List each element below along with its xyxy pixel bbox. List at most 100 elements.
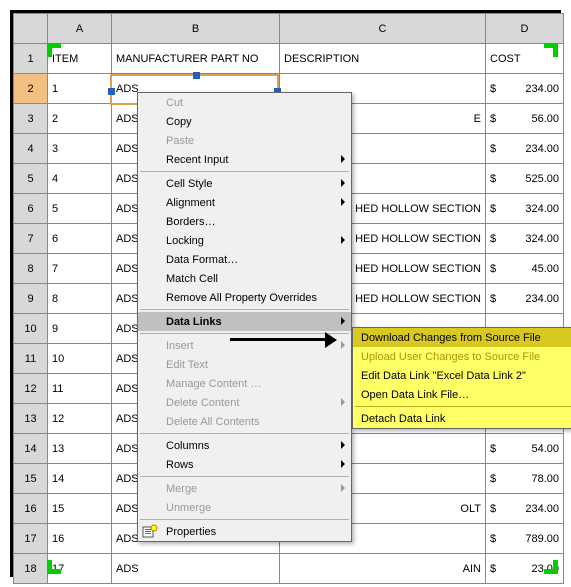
separator (140, 519, 349, 520)
cell-cost[interactable]: $324.00 (486, 224, 564, 254)
context-menu: Cut Copy Paste Recent Input Cell Style A… (137, 92, 352, 542)
menu-unmerge[interactable]: Unmerge (138, 498, 351, 517)
menu-data-links[interactable]: Data Links (138, 312, 351, 331)
menu-rows[interactable]: Rows (138, 455, 351, 474)
label: Alignment (166, 197, 215, 209)
corner-cell[interactable] (14, 14, 48, 44)
col-header-a[interactable]: A (48, 14, 112, 44)
menu-properties[interactable]: Properties (138, 522, 351, 541)
menu-cut[interactable]: Cut (138, 93, 351, 112)
label: Borders… (166, 216, 216, 228)
menu-insert[interactable]: Insert (138, 336, 351, 355)
header-cost[interactable]: COST (486, 44, 564, 74)
menu-manage-content[interactable]: Manage Content … (138, 374, 351, 393)
row-header[interactable]: 16 (14, 494, 48, 524)
header-desc[interactable]: DESCRIPTION (280, 44, 486, 74)
menu-delete-all[interactable]: Delete All Contents (138, 412, 351, 431)
cell-item[interactable]: 8 (48, 284, 112, 314)
cell-cost[interactable]: $45.00 (486, 254, 564, 284)
cell-item[interactable]: 5 (48, 194, 112, 224)
cell-cost[interactable]: $56.00 (486, 104, 564, 134)
submenu-open-file[interactable]: Open Data Link File… (353, 385, 571, 404)
cell-item[interactable]: 11 (48, 374, 112, 404)
cell-part[interactable]: ADS (112, 554, 280, 584)
cell-item[interactable]: 12 (48, 404, 112, 434)
label: Edit Text (166, 359, 208, 371)
cell-cost[interactable]: $234.00 (486, 284, 564, 314)
cell-cost[interactable]: $234.00 (486, 494, 564, 524)
cell-item[interactable]: 10 (48, 344, 112, 374)
label: Delete All Contents (166, 416, 260, 428)
cell-item[interactable]: 17 (48, 554, 112, 584)
row-header[interactable]: 6 (14, 194, 48, 224)
header-item[interactable]: ITEM (48, 44, 112, 74)
submenu-download-changes[interactable]: Download Changes from Source File (353, 328, 571, 347)
menu-edit-text[interactable]: Edit Text (138, 355, 351, 374)
label: Merge (166, 483, 197, 495)
cell-item[interactable]: 15 (48, 494, 112, 524)
cell-item[interactable]: 1 (48, 74, 112, 104)
cell-item[interactable]: 14 (48, 464, 112, 494)
menu-borders[interactable]: Borders… (138, 212, 351, 231)
row-header[interactable]: 12 (14, 374, 48, 404)
cell-cost[interactable]: $54.00 (486, 434, 564, 464)
row-header[interactable]: 1 (14, 44, 48, 74)
label: Data Links (166, 316, 222, 328)
row-header[interactable]: 2 (14, 74, 48, 104)
col-header-b[interactable]: B (112, 14, 280, 44)
row-header[interactable]: 3 (14, 104, 48, 134)
cell-cost[interactable]: $234.00 (486, 74, 564, 104)
menu-locking[interactable]: Locking (138, 231, 351, 250)
menu-copy[interactable]: Copy (138, 112, 351, 131)
menu-cell-style[interactable]: Cell Style (138, 174, 351, 193)
cell-cost[interactable]: $23.00 (486, 554, 564, 584)
menu-columns[interactable]: Columns (138, 436, 351, 455)
row-header[interactable]: 8 (14, 254, 48, 284)
cell-item[interactable]: 9 (48, 314, 112, 344)
label: Unmerge (166, 502, 211, 514)
cell-item[interactable]: 7 (48, 254, 112, 284)
chevron-right-icon (341, 179, 345, 187)
cell-item[interactable]: 3 (48, 134, 112, 164)
menu-alignment[interactable]: Alignment (138, 193, 351, 212)
cell-desc[interactable]: AIN (280, 554, 486, 584)
cell-cost[interactable]: $234.00 (486, 134, 564, 164)
chevron-right-icon (341, 236, 345, 244)
row-header[interactable]: 5 (14, 164, 48, 194)
row-header[interactable]: 10 (14, 314, 48, 344)
col-header-c[interactable]: C (280, 14, 486, 44)
row-header[interactable]: 4 (14, 134, 48, 164)
cell-cost[interactable]: $789.00 (486, 524, 564, 554)
menu-remove-overrides[interactable]: Remove All Property Overrides (138, 288, 351, 307)
menu-delete-content[interactable]: Delete Content (138, 393, 351, 412)
submenu-upload-changes[interactable]: Upload User Changes to Source File (353, 347, 571, 366)
menu-data-format[interactable]: Data Format… (138, 250, 351, 269)
row-header[interactable]: 17 (14, 524, 48, 554)
chevron-right-icon (341, 484, 345, 492)
row-header[interactable]: 15 (14, 464, 48, 494)
chevron-right-icon (341, 398, 345, 406)
row-header[interactable]: 13 (14, 404, 48, 434)
row-header[interactable]: 14 (14, 434, 48, 464)
row-header[interactable]: 9 (14, 284, 48, 314)
cell-item[interactable]: 4 (48, 164, 112, 194)
col-header-d[interactable]: D (486, 14, 564, 44)
menu-merge[interactable]: Merge (138, 479, 351, 498)
menu-match-cell[interactable]: Match Cell (138, 269, 351, 288)
row-header[interactable]: 11 (14, 344, 48, 374)
row-header[interactable]: 7 (14, 224, 48, 254)
submenu-detach[interactable]: Detach Data Link (353, 409, 571, 428)
menu-paste[interactable]: Paste (138, 131, 351, 150)
cell-cost[interactable]: $324.00 (486, 194, 564, 224)
cell-item[interactable]: 6 (48, 224, 112, 254)
label: Recent Input (166, 154, 228, 166)
cell-item[interactable]: 16 (48, 524, 112, 554)
cell-item[interactable]: 2 (48, 104, 112, 134)
header-part[interactable]: MANUFACTURER PART NO (112, 44, 280, 74)
row-header[interactable]: 18 (14, 554, 48, 584)
submenu-edit-link[interactable]: Edit Data Link "Excel Data Link 2" (353, 366, 571, 385)
cell-item[interactable]: 13 (48, 434, 112, 464)
menu-recent-input[interactable]: Recent Input (138, 150, 351, 169)
cell-cost[interactable]: $78.00 (486, 464, 564, 494)
cell-cost[interactable]: $525.00 (486, 164, 564, 194)
